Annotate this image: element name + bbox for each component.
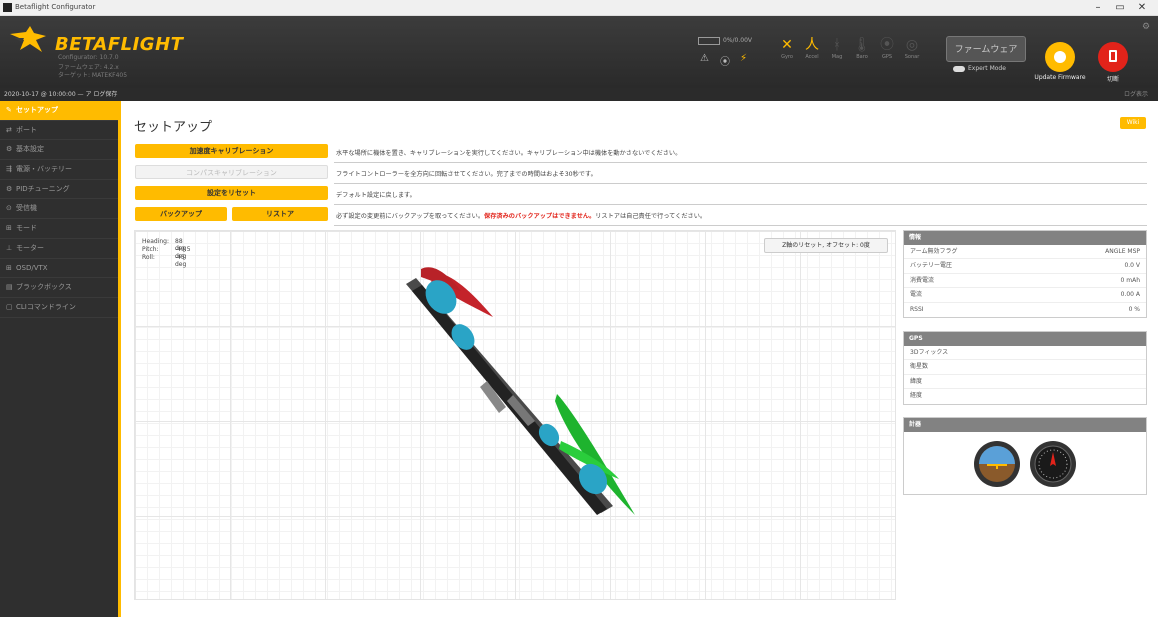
info-row: RSSI 0 % — [910, 305, 1140, 313]
gps-panel-title: GPS — [904, 332, 1146, 346]
battery-icon — [698, 37, 720, 45]
app-icon — [3, 3, 12, 12]
info-row: バッテリー電圧 0.0 V — [904, 259, 1146, 274]
gps-row: 衛星数 — [904, 360, 1146, 375]
sonar-sensor-icon: ◎ Sonar — [904, 37, 920, 60]
quad-model-icon — [406, 267, 635, 515]
roll-readout: Roll: -45 deg — [142, 254, 187, 268]
instruments-panel: 計器 — [903, 417, 1147, 495]
log-status: 2020-10-17 @ 10:00:00 — ア ログ保存 — [4, 91, 118, 98]
divider — [334, 162, 1147, 163]
gear-icon: ⚙ — [6, 145, 13, 154]
statusbar: 2020-10-17 @ 10:00:00 — ア ログ保存 ログ表示 — [0, 88, 1158, 101]
header: BETAFLIGHT Configurator: 10.7.0 ファームウェア:… — [0, 16, 1158, 88]
info-row: 電流 0.00 A — [904, 288, 1146, 303]
power-icon: ⇶ — [6, 165, 12, 174]
update-firmware-button[interactable] — [1045, 42, 1075, 72]
gps-panel: GPS 3Dフィックス 衛星数 緯度 経度 — [903, 331, 1147, 405]
modes-icon: ⊞ — [6, 224, 12, 233]
divider — [334, 183, 1147, 184]
minimize-button[interactable]: – — [1088, 1, 1108, 15]
expert-mode-label: Expert Mode — [968, 65, 1006, 72]
gps-row: 経度 — [910, 392, 923, 400]
sidebar-item-modes[interactable]: ⊞ モード — [0, 219, 118, 239]
brand-name: BETAFLIGHT — [55, 34, 184, 55]
warning-icon: ⚠ — [700, 53, 709, 64]
info-row: アーム無効フラグ ANGLE MSP — [904, 245, 1146, 260]
pencil-icon: ✎ — [6, 106, 12, 114]
sidebar-item-osd[interactable]: ⊞ OSD/VTX — [0, 259, 118, 279]
blackbox-icon: ▤ — [6, 283, 13, 292]
calibrate-mag-button[interactable]: コンパスキャリブレーション — [135, 165, 328, 179]
maximize-button[interactable]: ▭ — [1110, 1, 1130, 15]
cli-icon: ▢ — [6, 302, 13, 311]
sidebar-item-cli[interactable]: ▢ CLIコマンドライン — [0, 298, 118, 318]
sidebar-item-power[interactable]: ⇶ 電源・バッテリー — [0, 160, 118, 180]
close-button[interactable]: ✕ — [1132, 1, 1152, 15]
divider — [334, 204, 1147, 205]
show-log-link[interactable]: ログ表示 — [1124, 88, 1148, 101]
sidebar: ✎ セットアップ ⇄ ポート ⚙ 基本設定 ⇶ 電源・バッテリー ⚙ PIDチューニング … — [0, 101, 121, 617]
version-line: ターゲット: MATEKF405 — [58, 72, 128, 79]
accel-sensor-icon: 人 Accel — [805, 37, 819, 60]
gps-row: 緯度 — [904, 375, 1146, 390]
battery-status: 0%/0.00V — [723, 37, 753, 44]
sidebar-item-setup[interactable]: ✎ セットアップ — [0, 101, 118, 121]
firmware-flasher-button[interactable]: ファームウェア — [946, 36, 1026, 62]
receiver-icon: ⊙ — [6, 204, 12, 213]
divider — [334, 225, 1147, 226]
wiki-button[interactable]: Wiki — [1120, 117, 1146, 129]
link-icon: ⚡ — [740, 53, 748, 64]
heading-readout: Heading: 88 deg — [142, 238, 187, 252]
page-title: セットアップ — [134, 120, 213, 135]
settings-gear-icon[interactable]: ⚙ — [1142, 22, 1150, 32]
heading-indicator-icon — [1030, 441, 1076, 487]
pitch-readout: Pitch: -49.5 deg — [142, 246, 191, 260]
gps-row: 3Dフィックス — [904, 346, 1146, 361]
gyro-sensor-icon: ✕ Gyro — [781, 37, 793, 60]
disconnect-label: 切断 — [1106, 76, 1119, 83]
ports-icon: ⇄ — [6, 125, 12, 134]
reset-settings-button[interactable]: 設定をリセット — [135, 186, 328, 200]
sidebar-item-motors[interactable]: ⊥ モーター — [0, 239, 118, 259]
calibrate-accel-button[interactable]: 加速度キャリブレーション — [135, 144, 328, 158]
window-titlebar: Betaflight Configurator – ▭ ✕ — [0, 0, 1158, 16]
info-row: 消費電流 0 mAh — [904, 274, 1146, 289]
expert-mode-toggle[interactable] — [953, 66, 965, 72]
gps-sensor-icon: ⦿ GPS — [880, 37, 894, 60]
attitude-indicator-icon — [974, 441, 1020, 487]
info-panel: 情報 アーム無効フラグ ANGLE MSP バッテリー電圧 0.0 V 消費電流 0 … — [903, 230, 1147, 318]
disconnect-button[interactable] — [1098, 42, 1128, 72]
gps-status-icon: ⦿ — [720, 57, 730, 68]
sidebar-item-receiver[interactable]: ⊙ 受信機 — [0, 199, 118, 220]
bee-logo-icon — [10, 26, 46, 52]
sidebar-item-ports[interactable]: ⇄ ポート — [0, 121, 118, 141]
calibrate-mag-description: フライトコントローラーを全方向に回転させてください。完了までの時間はおよそ30秒… — [336, 171, 597, 178]
model-3d-view[interactable] — [134, 230, 896, 600]
window-title: Betaflight Configurator — [15, 3, 96, 11]
sidebar-item-pid-tuning[interactable]: ⚙ PIDチューニング — [0, 180, 118, 200]
mag-sensor-icon: ᚼ Mag — [831, 37, 843, 60]
info-panel-title: 情報 — [904, 231, 1146, 245]
osd-icon: ⊞ — [6, 263, 12, 272]
sidebar-item-blackbox[interactable]: ▤ ブラックボックス — [0, 278, 118, 298]
tuning-icon: ⚙ — [6, 184, 13, 193]
sidebar-item-configuration[interactable]: ⚙ 基本設定 — [0, 140, 118, 161]
backup-button[interactable]: バックアップ — [135, 207, 227, 221]
reset-settings-description: デフォルト設定に戻します。 — [336, 192, 416, 199]
version-line: Configurator: 10.7.0 — [58, 54, 119, 61]
calibrate-accel-description: 水平な場所に機体を置き、キャリブレーションを実行してください。キャリブレーション… — [336, 150, 682, 157]
baro-sensor-icon: 🌡 Baro — [853, 37, 871, 60]
motor-icon: ⊥ — [6, 243, 13, 252]
backup-restore-description: 必ず設定の変更前にバックアップを取ってください。保存済みのバックアップはできませ… — [336, 213, 707, 220]
reset-z-axis-button[interactable]: Z軸のリセット, オフセット: 0度 — [764, 238, 888, 253]
instruments-panel-title: 計器 — [904, 418, 1146, 432]
update-firmware-label: Update Firmware — [1034, 74, 1086, 81]
restore-button[interactable]: リストア — [232, 207, 328, 221]
